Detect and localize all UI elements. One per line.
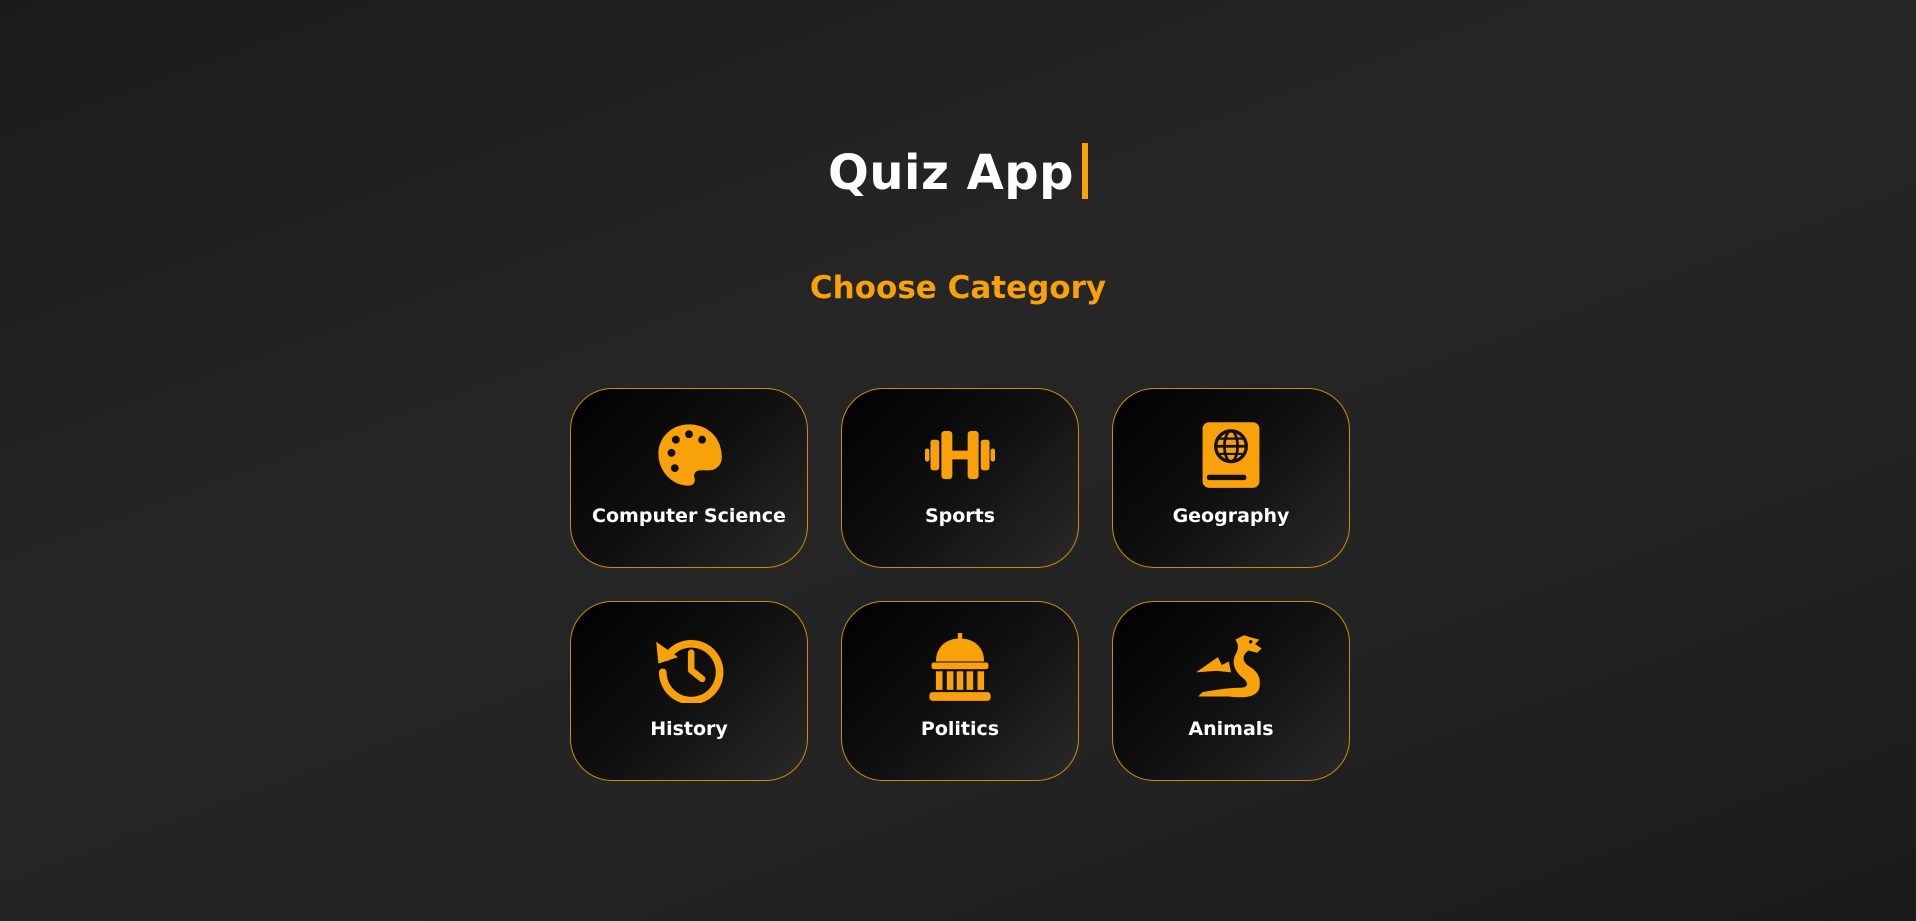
category-card-geography[interactable]: Geography xyxy=(1112,388,1350,568)
dumbbell-icon xyxy=(924,419,996,491)
category-label: Computer Science xyxy=(592,505,786,527)
palette-icon xyxy=(653,419,725,491)
choose-category-heading: Choose Category xyxy=(809,270,1107,306)
app-title: Quiz App xyxy=(0,140,1916,206)
category-label: Sports xyxy=(924,505,996,527)
history-icon xyxy=(653,632,725,704)
category-label: History xyxy=(650,718,728,740)
category-card-animals[interactable]: Animals xyxy=(1112,601,1350,781)
category-label: Geography xyxy=(1172,505,1290,527)
category-card-computer-science[interactable]: Computer Science xyxy=(570,388,808,568)
category-label: Animals xyxy=(1188,718,1274,740)
government-building-icon xyxy=(924,632,996,704)
category-card-sports[interactable]: Sports xyxy=(841,388,1079,568)
category-grid: Computer Science Sports Geography Histor… xyxy=(570,388,1350,781)
typing-cursor xyxy=(1081,143,1088,199)
app-title-text: Quiz App xyxy=(828,145,1074,201)
category-card-history[interactable]: History xyxy=(570,601,808,781)
category-card-politics[interactable]: Politics xyxy=(841,601,1079,781)
category-label: Politics xyxy=(920,718,1000,740)
dragon-icon xyxy=(1195,632,1267,704)
globe-book-icon xyxy=(1195,419,1267,491)
